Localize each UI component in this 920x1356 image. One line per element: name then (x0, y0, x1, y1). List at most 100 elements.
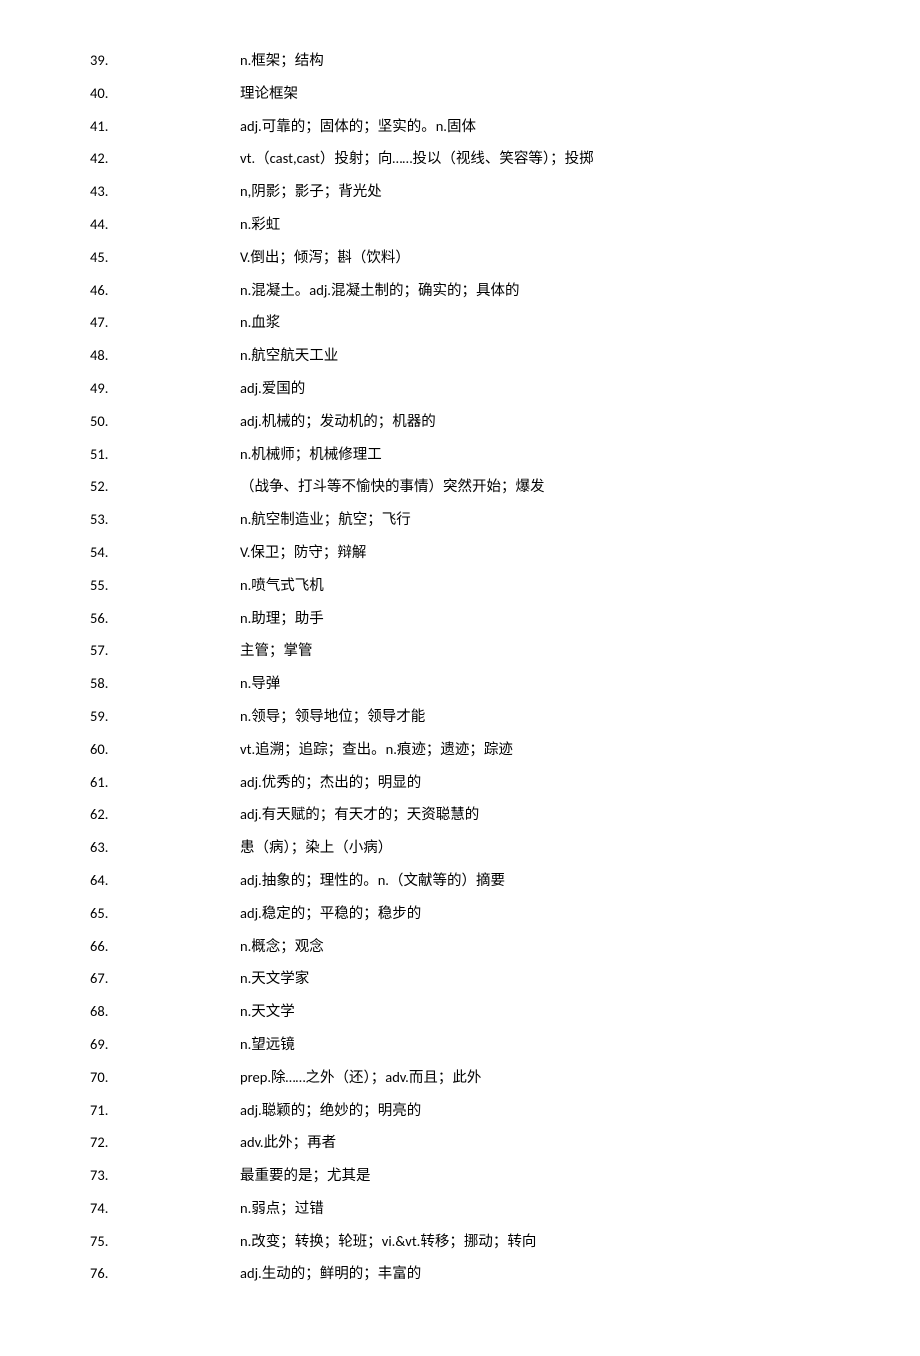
item-definition: n.喷气式飞机 (240, 575, 830, 595)
item-number: 40. (90, 83, 240, 103)
item-definition: n.助理；助手 (240, 608, 830, 628)
item-number: 53. (90, 509, 240, 529)
item-number: 48. (90, 345, 240, 365)
item-definition: adj.可靠的；固体的；坚实的。n.固体 (240, 116, 830, 136)
item-number: 68. (90, 1001, 240, 1021)
item-number: 75. (90, 1231, 240, 1251)
item-definition: n.弱点；过错 (240, 1198, 830, 1218)
vocabulary-row: 52.（战争、打斗等不愉快的事情）突然开始；爆发 (90, 476, 830, 496)
item-number: 51. (90, 444, 240, 464)
item-definition: V.保卫；防守；辩解 (240, 542, 830, 562)
vocabulary-row: 65.adj.稳定的；平稳的；稳步的 (90, 903, 830, 923)
item-number: 64. (90, 870, 240, 890)
item-number: 44. (90, 214, 240, 234)
item-definition: n.彩虹 (240, 214, 830, 234)
item-number: 46. (90, 280, 240, 300)
item-definition: n.航空航天工业 (240, 345, 830, 365)
item-number: 55. (90, 575, 240, 595)
item-number: 59. (90, 706, 240, 726)
item-number: 39. (90, 50, 240, 70)
vocabulary-row: 57.主管；掌管 (90, 640, 830, 660)
item-definition: n.望远镜 (240, 1034, 830, 1054)
vocabulary-row: 50.adj.机械的；发动机的；机器的 (90, 411, 830, 431)
item-number: 58. (90, 673, 240, 693)
item-definition: adj.有天赋的；有天才的；天资聪慧的 (240, 804, 830, 824)
item-number: 61. (90, 772, 240, 792)
item-number: 57. (90, 640, 240, 660)
item-definition: n.框架；结构 (240, 50, 830, 70)
item-number: 63. (90, 837, 240, 857)
item-definition: n.领导；领导地位；领导才能 (240, 706, 830, 726)
item-definition: vt.追溯；追踪；查出。n.痕迹；遗迹；踪迹 (240, 739, 830, 759)
item-number: 65. (90, 903, 240, 923)
vocabulary-row: 72.adv.此外；再者 (90, 1132, 830, 1152)
vocabulary-row: 70.prep.除……之外（还）；adv.而且；此外 (90, 1067, 830, 1087)
item-number: 62. (90, 804, 240, 824)
item-number: 69. (90, 1034, 240, 1054)
item-definition: adv.此外；再者 (240, 1132, 830, 1152)
item-number: 76. (90, 1263, 240, 1283)
vocabulary-row: 56.n.助理；助手 (90, 608, 830, 628)
item-number: 50. (90, 411, 240, 431)
vocabulary-row: 62.adj.有天赋的；有天才的；天资聪慧的 (90, 804, 830, 824)
item-definition: n.航空制造业；航空；飞行 (240, 509, 830, 529)
item-number: 73. (90, 1165, 240, 1185)
vocabulary-row: 69.n.望远镜 (90, 1034, 830, 1054)
item-definition: 最重要的是；尤其是 (240, 1165, 830, 1185)
item-number: 42. (90, 148, 240, 168)
item-number: 41. (90, 116, 240, 136)
vocabulary-row: 45.V.倒出；倾泻；斟（饮料） (90, 247, 830, 267)
vocabulary-row: 54.V.保卫；防守；辩解 (90, 542, 830, 562)
vocabulary-row: 40.理论框架 (90, 83, 830, 103)
item-definition: adj.爱国的 (240, 378, 830, 398)
item-definition: adj.优秀的；杰出的；明显的 (240, 772, 830, 792)
vocabulary-row: 71.adj.聪颖的；绝妙的；明亮的 (90, 1100, 830, 1120)
vocabulary-row: 76.adj.生动的；鲜明的；丰富的 (90, 1263, 830, 1283)
item-number: 66. (90, 936, 240, 956)
item-definition: n.导弹 (240, 673, 830, 693)
vocabulary-row: 39.n.框架；结构 (90, 50, 830, 70)
vocabulary-row: 41.adj.可靠的；固体的；坚实的。n.固体 (90, 116, 830, 136)
item-definition: adj.聪颖的；绝妙的；明亮的 (240, 1100, 830, 1120)
item-number: 45. (90, 247, 240, 267)
vocabulary-row: 61.adj.优秀的；杰出的；明显的 (90, 772, 830, 792)
vocabulary-row: 42.vt.（cast,cast）投射；向……投以（视线、笑容等）；投掷 (90, 148, 830, 168)
item-number: 43. (90, 181, 240, 201)
item-number: 60. (90, 739, 240, 759)
item-number: 47. (90, 312, 240, 332)
vocabulary-row: 44.n.彩虹 (90, 214, 830, 234)
item-definition: n.血浆 (240, 312, 830, 332)
item-definition: n.改变；转换；轮班；vi.&vt.转移；挪动；转向 (240, 1231, 830, 1251)
item-number: 70. (90, 1067, 240, 1087)
item-definition: V.倒出；倾泻；斟（饮料） (240, 247, 830, 267)
vocabulary-row: 67.n.天文学家 (90, 968, 830, 988)
item-number: 72. (90, 1132, 240, 1152)
item-number: 74. (90, 1198, 240, 1218)
item-definition: adj.机械的；发动机的；机器的 (240, 411, 830, 431)
vocabulary-row: 73.最重要的是；尤其是 (90, 1165, 830, 1185)
item-definition: n,阴影；影子；背光处 (240, 181, 830, 201)
vocabulary-row: 49.adj.爱国的 (90, 378, 830, 398)
item-definition: n.概念；观念 (240, 936, 830, 956)
vocabulary-row: 63.患（病）；染上（小病） (90, 837, 830, 857)
item-definition: （战争、打斗等不愉快的事情）突然开始；爆发 (240, 476, 830, 496)
item-number: 71. (90, 1100, 240, 1120)
item-definition: adj.抽象的；理性的。n.（文献等的）摘要 (240, 870, 830, 890)
item-definition: n.混凝土。adj.混凝土制的；确实的；具体的 (240, 280, 830, 300)
item-definition: n.天文学家 (240, 968, 830, 988)
item-definition: 患（病）；染上（小病） (240, 837, 830, 857)
vocabulary-row: 66.n.概念；观念 (90, 936, 830, 956)
vocabulary-row: 48.n.航空航天工业 (90, 345, 830, 365)
item-definition: vt.（cast,cast）投射；向……投以（视线、笑容等）；投掷 (240, 148, 830, 168)
vocabulary-row: 74.n.弱点；过错 (90, 1198, 830, 1218)
item-definition: n.天文学 (240, 1001, 830, 1021)
vocabulary-row: 55.n.喷气式飞机 (90, 575, 830, 595)
vocabulary-list: 39.n.框架；结构 40.理论框架 41.adj.可靠的；固体的；坚实的。n.固体… (90, 50, 830, 1284)
vocabulary-row: 51.n.机械师；机械修理工 (90, 444, 830, 464)
item-number: 56. (90, 608, 240, 628)
item-definition: n.机械师；机械修理工 (240, 444, 830, 464)
vocabulary-row: 64.adj.抽象的；理性的。n.（文献等的）摘要 (90, 870, 830, 890)
vocabulary-row: 68.n.天文学 (90, 1001, 830, 1021)
vocabulary-row: 58.n.导弹 (90, 673, 830, 693)
item-number: 52. (90, 476, 240, 496)
